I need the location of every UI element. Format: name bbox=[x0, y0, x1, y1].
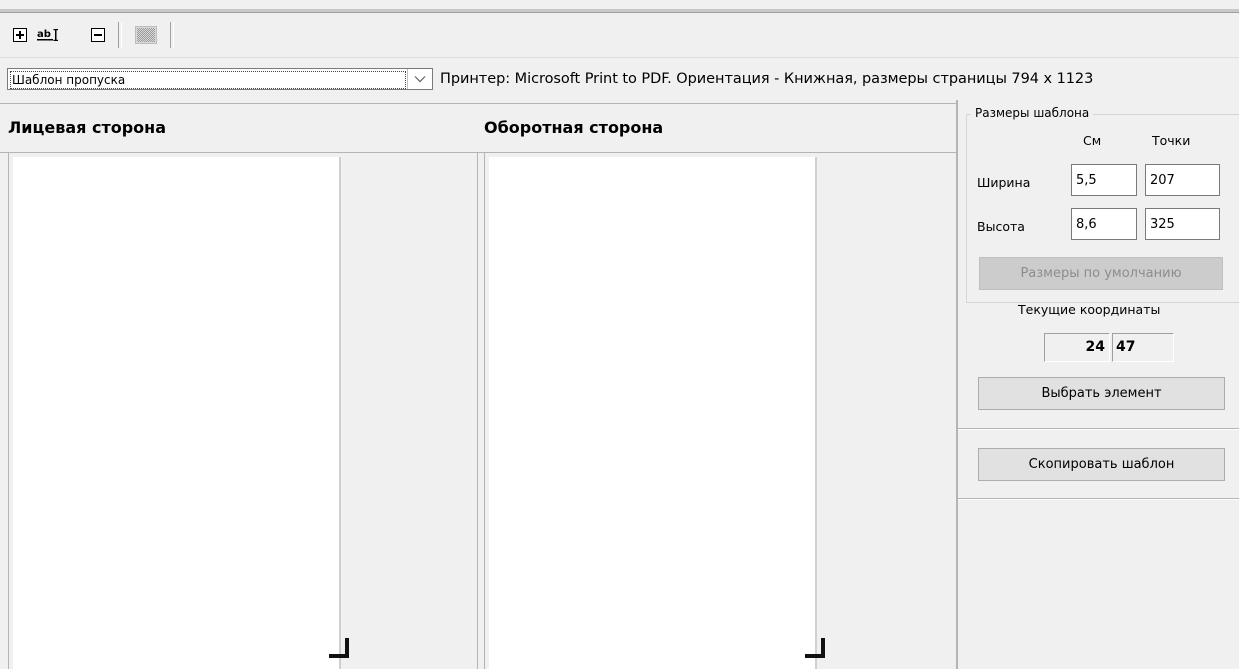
width-cm-input[interactable] bbox=[1071, 164, 1137, 196]
divider bbox=[958, 498, 1239, 500]
height-points-input[interactable] bbox=[1145, 208, 1220, 240]
toolbar-separator bbox=[118, 22, 122, 48]
resize-handle[interactable] bbox=[329, 638, 349, 658]
add-element-button[interactable] bbox=[10, 25, 30, 45]
side-header-bar: Лицевая сторона Оборотная сторона bbox=[0, 103, 956, 153]
properties-panel: Размеры шаблона См Точки Ширина Высота Р… bbox=[956, 100, 1239, 669]
text-field-icon-label: ab bbox=[37, 29, 51, 40]
coordinates-label: Текущие координаты bbox=[1018, 302, 1161, 317]
height-label: Высота bbox=[977, 219, 1025, 234]
toolbar-separator bbox=[170, 22, 174, 48]
add-icon bbox=[13, 28, 27, 42]
cm-column-label: См bbox=[1083, 133, 1102, 148]
chevron-down-icon[interactable] bbox=[407, 69, 432, 89]
template-select[interactable]: Шаблон пропуска bbox=[7, 68, 433, 90]
printer-info: Принтер: Microsoft Print to PDF. Ориента… bbox=[440, 71, 1094, 87]
back-side-canvas[interactable] bbox=[484, 153, 956, 669]
add-text-field-button[interactable]: ab bbox=[35, 25, 61, 45]
copy-template-button[interactable]: Скопировать шаблон bbox=[978, 448, 1225, 481]
resize-handle[interactable] bbox=[805, 638, 825, 658]
height-cm-input[interactable] bbox=[1071, 208, 1137, 240]
remove-icon bbox=[91, 28, 105, 42]
front-side-title: Лицевая сторона bbox=[8, 118, 167, 137]
background-pattern-icon bbox=[135, 26, 157, 44]
select-element-button[interactable]: Выбрать элемент bbox=[978, 377, 1225, 410]
text-field-icon: ab bbox=[37, 29, 58, 41]
background-button[interactable] bbox=[133, 25, 159, 45]
back-side-title: Оборотная сторона bbox=[484, 118, 664, 137]
coordinate-y: 47 bbox=[1112, 333, 1174, 362]
front-side-page[interactable] bbox=[13, 157, 341, 669]
coordinate-x: 24 bbox=[1044, 333, 1110, 362]
remove-element-button[interactable] bbox=[88, 25, 108, 45]
divider bbox=[958, 428, 1239, 430]
back-side-page[interactable] bbox=[489, 157, 817, 669]
front-side-canvas[interactable] bbox=[8, 153, 478, 669]
template-sizes-legend: Размеры шаблона bbox=[971, 106, 1094, 120]
default-sizes-button[interactable]: Размеры по умолчанию bbox=[979, 257, 1223, 290]
template-select-value: Шаблон пропуска bbox=[10, 71, 406, 89]
width-label: Ширина bbox=[977, 175, 1031, 190]
template-sizes-group: Размеры шаблона См Точки Ширина Высота Р… bbox=[966, 106, 1239, 303]
toolbar: ab bbox=[0, 13, 1239, 58]
width-points-input[interactable] bbox=[1145, 164, 1220, 196]
points-column-label: Точки bbox=[1152, 133, 1191, 148]
